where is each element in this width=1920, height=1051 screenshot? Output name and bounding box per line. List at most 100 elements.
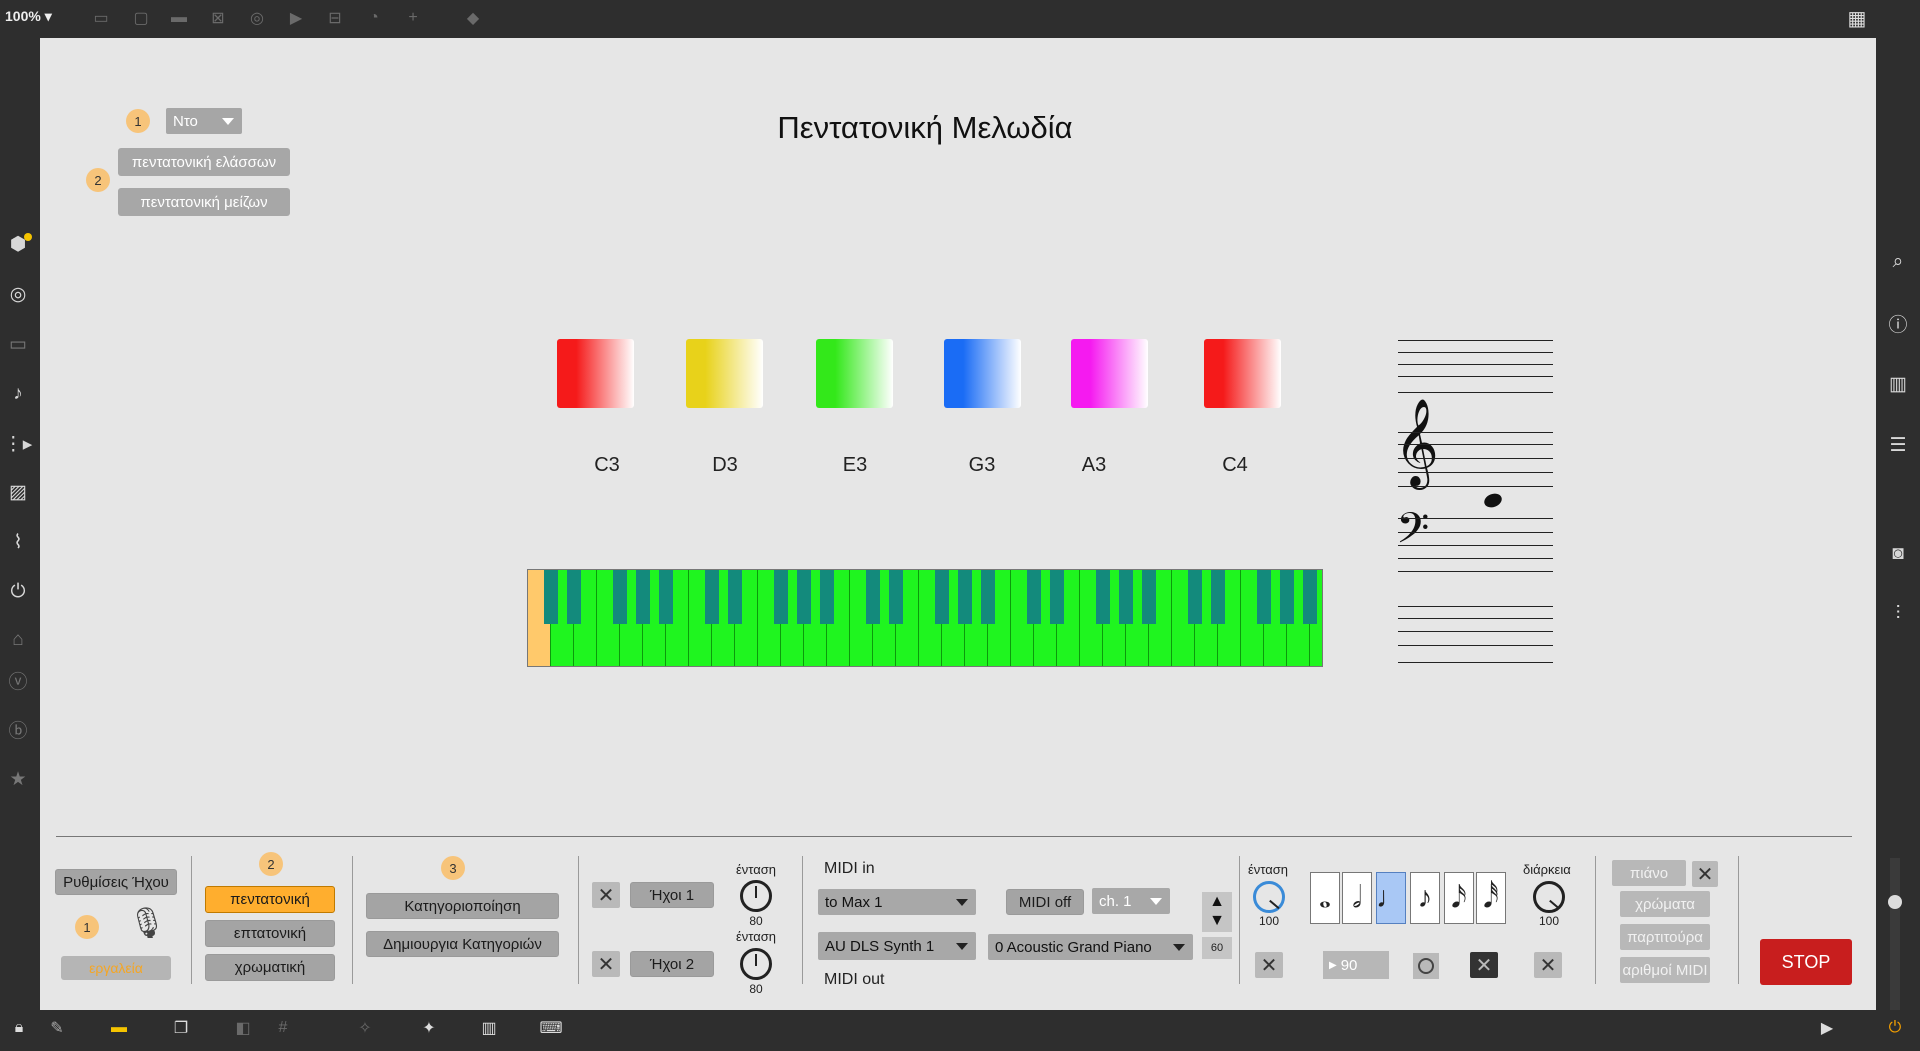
major-pentatonic-button[interactable]: πεντατονική μείζων — [118, 188, 290, 216]
slider-object-icon[interactable]: ⊟ — [324, 7, 346, 29]
wrench-icon[interactable]: ✦ — [418, 1017, 440, 1039]
comment-icon[interactable]: ▬ — [168, 7, 190, 29]
paint-bucket-icon[interactable]: ◆ — [462, 7, 484, 29]
black-key[interactable] — [889, 570, 903, 624]
midi-in-select[interactable]: to Max 1 — [818, 889, 976, 915]
black-key[interactable] — [567, 570, 581, 624]
media-object-icon[interactable]: ▶ — [285, 7, 307, 29]
zoom-select[interactable]: 100% ▾ — [5, 8, 52, 25]
eighth-note-button[interactable]: ♪ — [1410, 872, 1440, 924]
scale-button-2[interactable]: χρωματική — [205, 954, 335, 981]
half-note-button[interactable]: 𝅗𝅥 — [1342, 872, 1372, 924]
black-key[interactable] — [820, 570, 834, 624]
black-key[interactable] — [728, 570, 742, 624]
black-key[interactable] — [958, 570, 972, 624]
b-icon[interactable]: ⓑ — [4, 715, 32, 743]
midi-out-select[interactable]: AU DLS Synth 1 — [818, 932, 976, 960]
sound1-button[interactable]: Ήχοι 1 — [630, 882, 714, 908]
keyboard-icon[interactable]: ⌨ — [539, 1017, 562, 1039]
target-icon[interactable]: ◎ — [4, 280, 32, 308]
scale-button-1[interactable]: επτατονική — [205, 920, 335, 947]
object-box-icon[interactable]: ▢ — [130, 7, 152, 29]
black-key[interactable] — [1027, 570, 1041, 624]
view-button-1[interactable]: χρώματα — [1620, 891, 1710, 917]
note-swatch-0[interactable] — [557, 339, 634, 408]
scale-button-0[interactable]: πεντατονική — [205, 886, 335, 913]
key-select[interactable]: Ντο — [166, 108, 242, 134]
pitch-stepper[interactable]: ▲ ▼ — [1202, 892, 1232, 932]
quarter-note-button[interactable]: ♩ — [1376, 872, 1406, 924]
volume-knob-3[interactable] — [1253, 881, 1285, 913]
toggle-x-button[interactable]: ✕ — [1470, 952, 1498, 978]
piano-keys-icon[interactable]: ▥ — [478, 1017, 500, 1039]
view-button-3[interactable]: αριθμοί MIDI — [1620, 957, 1710, 983]
power-icon[interactable]: ⏻ — [1884, 1017, 1906, 1039]
black-key[interactable] — [705, 570, 719, 624]
connect-icon[interactable]: ✧ — [354, 1017, 376, 1039]
tempo-number-box[interactable]: ▶ 90 — [1323, 951, 1389, 979]
black-key[interactable] — [797, 570, 811, 624]
info-icon[interactable]: ⓘ — [1884, 309, 1912, 337]
dial-object-icon[interactable]: ◔ — [363, 7, 385, 29]
close-view-button[interactable]: ✕ — [1692, 861, 1718, 887]
channel-select[interactable]: ch. 1 — [1092, 888, 1170, 914]
grid-snap-icon[interactable]: # — [272, 1017, 294, 1039]
image-icon[interactable]: ▨ — [4, 478, 32, 506]
tools-button[interactable]: εργαλεία — [61, 956, 171, 980]
snapshot-icon[interactable]: ◙ — [1884, 540, 1912, 568]
whole-note-button[interactable]: 𝅝 — [1310, 872, 1340, 924]
black-key[interactable] — [1303, 570, 1317, 624]
add-object-icon[interactable]: + — [402, 7, 424, 29]
black-key[interactable] — [866, 570, 880, 624]
stop-button[interactable]: STOP — [1760, 939, 1852, 985]
black-key[interactable] — [613, 570, 627, 624]
note-swatch-2[interactable] — [816, 339, 893, 408]
mute-icon[interactable]: ◧ — [232, 1017, 254, 1039]
grid-icon[interactable]: ▦ — [1846, 7, 1868, 30]
edit-icon[interactable]: ✎ — [46, 1017, 68, 1039]
play-icon[interactable]: ▶ — [1816, 1017, 1838, 1039]
record-toggle[interactable] — [1413, 953, 1439, 979]
lock-icon[interactable]: 🔒︎ — [8, 1017, 30, 1039]
presentation-mode-icon[interactable]: ▬ — [108, 1017, 130, 1039]
duration-knob[interactable] — [1533, 881, 1565, 913]
black-key[interactable] — [636, 570, 650, 624]
black-key[interactable] — [981, 570, 995, 624]
windows-icon[interactable]: ❐ — [170, 1017, 192, 1039]
note-swatch-5[interactable] — [1204, 339, 1281, 408]
v-icon[interactable]: ⓥ — [4, 666, 32, 694]
star-icon[interactable]: ★ — [4, 765, 32, 793]
note-swatch-4[interactable] — [1071, 339, 1148, 408]
black-key[interactable] — [1211, 570, 1225, 624]
level-meter[interactable] — [1890, 858, 1900, 1018]
minor-pentatonic-button[interactable]: πεντατονική ελάσσων — [118, 148, 290, 176]
sixteenth-note-button[interactable]: 𝅘𝅥𝅯 — [1444, 872, 1474, 924]
clear-volume-button[interactable]: ✕ — [1255, 952, 1283, 978]
black-key[interactable] — [1188, 570, 1202, 624]
black-key[interactable] — [1257, 570, 1271, 624]
black-key[interactable] — [659, 570, 673, 624]
create-categories-button[interactable]: Δημιουργια Κατηγοριών — [366, 931, 559, 957]
instrument-select[interactable]: 0 Acoustic Grand Piano — [988, 934, 1193, 960]
black-key[interactable] — [1119, 570, 1133, 624]
sequence-icon[interactable]: ⋮▸ — [4, 430, 33, 458]
volume-knob-2[interactable] — [740, 948, 772, 980]
volume-knob-1[interactable] — [740, 880, 772, 912]
audio-settings-button[interactable]: Ρυθμίσεις Ήχου — [55, 869, 177, 895]
black-key[interactable] — [1096, 570, 1110, 624]
black-key[interactable] — [1142, 570, 1156, 624]
paperclip-icon[interactable]: ⌇ — [4, 528, 32, 556]
black-key[interactable] — [774, 570, 788, 624]
pitch-value[interactable]: 60 — [1202, 937, 1232, 959]
classify-button[interactable]: Κατηγοριοποίηση — [366, 893, 559, 919]
clear-duration-button[interactable]: ✕ — [1534, 952, 1562, 978]
sound2-button[interactable]: Ήχοι 2 — [630, 951, 714, 977]
view-button-2[interactable]: παρτιτούρα — [1620, 924, 1710, 950]
button-object-icon[interactable]: ◎ — [246, 7, 268, 29]
level-slider-handle[interactable] — [1888, 895, 1902, 909]
microphone-icon[interactable]: 🎙︎ — [128, 906, 166, 941]
reference-icon[interactable]: ▥ — [1884, 370, 1912, 398]
piano-keyboard[interactable] — [527, 569, 1323, 667]
mixer-icon[interactable]: ⫶ — [1884, 600, 1912, 628]
note-swatch-3[interactable] — [944, 339, 1021, 408]
